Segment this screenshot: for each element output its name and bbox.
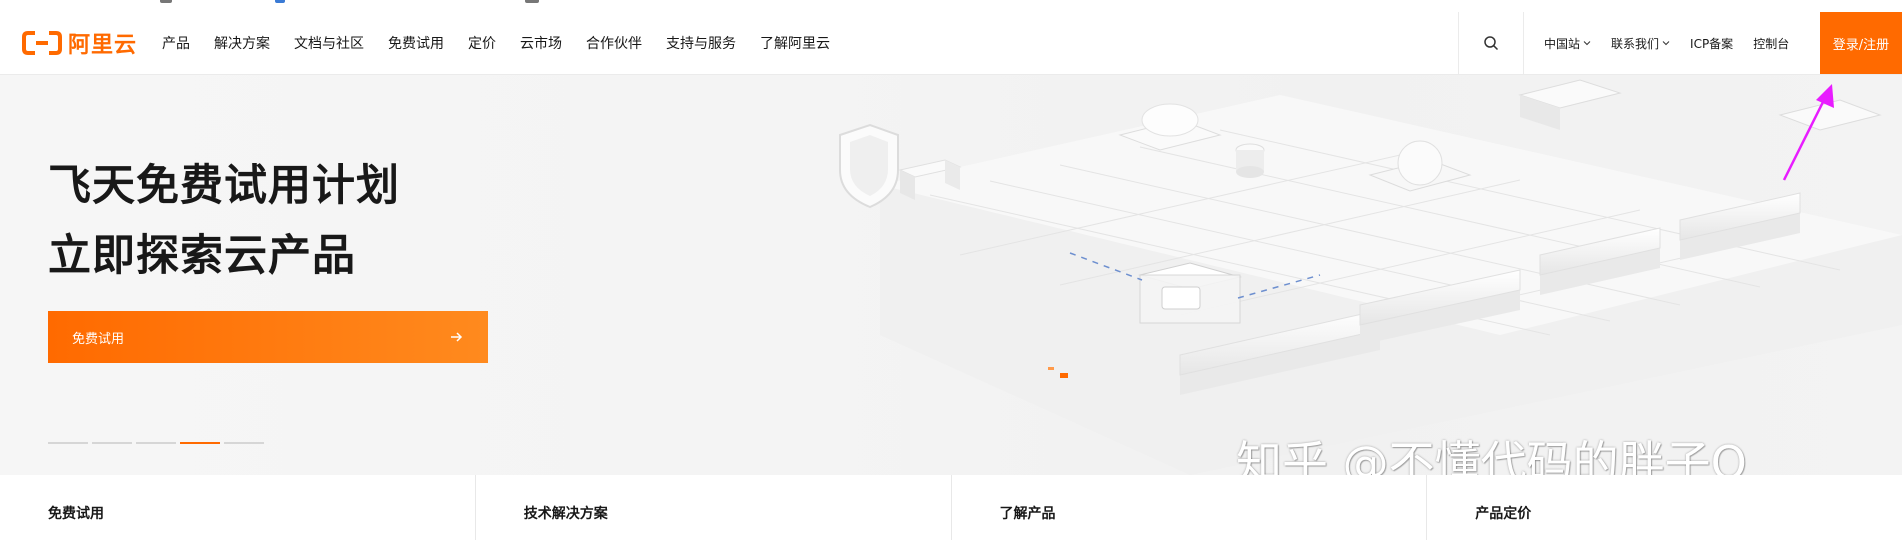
utility-nav: 中国站 联系我们 ICP备案 控制台 [1544, 12, 1809, 74]
top-navbar: 阿里云 产品 解决方案 文档与社区 免费试用 定价 云市场 合作伙伴 支持与服务… [0, 12, 1902, 75]
annotation-arrow-icon [1782, 84, 1834, 181]
icp-link[interactable]: ICP备案 [1690, 35, 1733, 52]
cropped-fragment [275, 0, 285, 3]
card-tech-solutions[interactable]: 技术解决方案 [476, 475, 952, 540]
card-free-trial[interactable]: 免费试用 [0, 475, 476, 540]
carousel-dot[interactable] [48, 442, 88, 444]
logo[interactable]: 阿里云 [22, 29, 138, 58]
arrow-right-icon [451, 332, 463, 342]
region-selector[interactable]: 中国站 [1544, 35, 1591, 52]
contact-us-menu[interactable]: 联系我们 [1611, 35, 1670, 52]
hero-title-line2: 立即探索云产品 [48, 231, 356, 281]
cloud-platform-illustration [839, 79, 1902, 475]
carousel-dot-active[interactable] [180, 442, 220, 444]
nav-item-products[interactable]: 产品 [162, 33, 190, 53]
nav-item-docs-community[interactable]: 文档与社区 [294, 33, 364, 53]
contact-label: 联系我们 [1611, 36, 1660, 51]
search-icon [1484, 36, 1499, 51]
nav-item-solutions[interactable]: 解决方案 [214, 33, 270, 53]
free-trial-cta-button[interactable]: 免费试用 [48, 311, 488, 363]
logo-text: 阿里云 [68, 33, 138, 58]
card-title: 免费试用 [48, 506, 104, 522]
main-nav: 产品 解决方案 文档与社区 免费试用 定价 云市场 合作伙伴 支持与服务 了解阿… [162, 12, 854, 74]
console-link[interactable]: 控制台 [1753, 35, 1789, 52]
nav-item-about[interactable]: 了解阿里云 [760, 33, 830, 53]
card-title: 了解产品 [999, 506, 1056, 522]
cropped-fragment [160, 0, 172, 3]
aliyun-logo-icon [22, 31, 62, 55]
card-product-pricing[interactable]: 产品定价 [1427, 475, 1902, 540]
carousel-indicators [48, 442, 268, 444]
nav-item-marketplace[interactable]: 云市场 [520, 33, 562, 53]
card-title: 技术解决方案 [523, 506, 608, 522]
hero-banner: 飞天免费试用计划 立即探索云产品 免费试用 知乎 @不懂代码的胖子Q [0, 75, 1902, 475]
region-label: 中国站 [1544, 36, 1581, 51]
cta-label: 免费试用 [72, 331, 125, 347]
card-learn-products[interactable]: 了解产品 [952, 475, 1428, 540]
carousel-dot[interactable] [92, 442, 132, 444]
carousel-dot[interactable] [136, 442, 176, 444]
watermark-text: 知乎 @不懂代码的胖子Q [1236, 436, 1747, 475]
search-button[interactable] [1458, 12, 1524, 74]
chevron-down-icon [1583, 41, 1591, 46]
chevron-down-icon [1662, 41, 1670, 46]
card-title: 产品定价 [1475, 506, 1532, 522]
login-register-button[interactable]: 登录/注册 [1820, 12, 1902, 74]
hero-title-line1: 飞天免费试用计划 [48, 161, 400, 211]
nav-item-support[interactable]: 支持与服务 [666, 33, 736, 53]
nav-item-free-trial[interactable]: 免费试用 [388, 33, 444, 53]
nav-item-pricing[interactable]: 定价 [468, 33, 496, 53]
cropped-fragment [525, 0, 539, 3]
carousel-dot[interactable] [224, 442, 264, 444]
quick-entry-cards: 免费试用 技术解决方案 了解产品 产品定价 [0, 475, 1902, 540]
nav-item-partners[interactable]: 合作伙伴 [586, 33, 642, 53]
